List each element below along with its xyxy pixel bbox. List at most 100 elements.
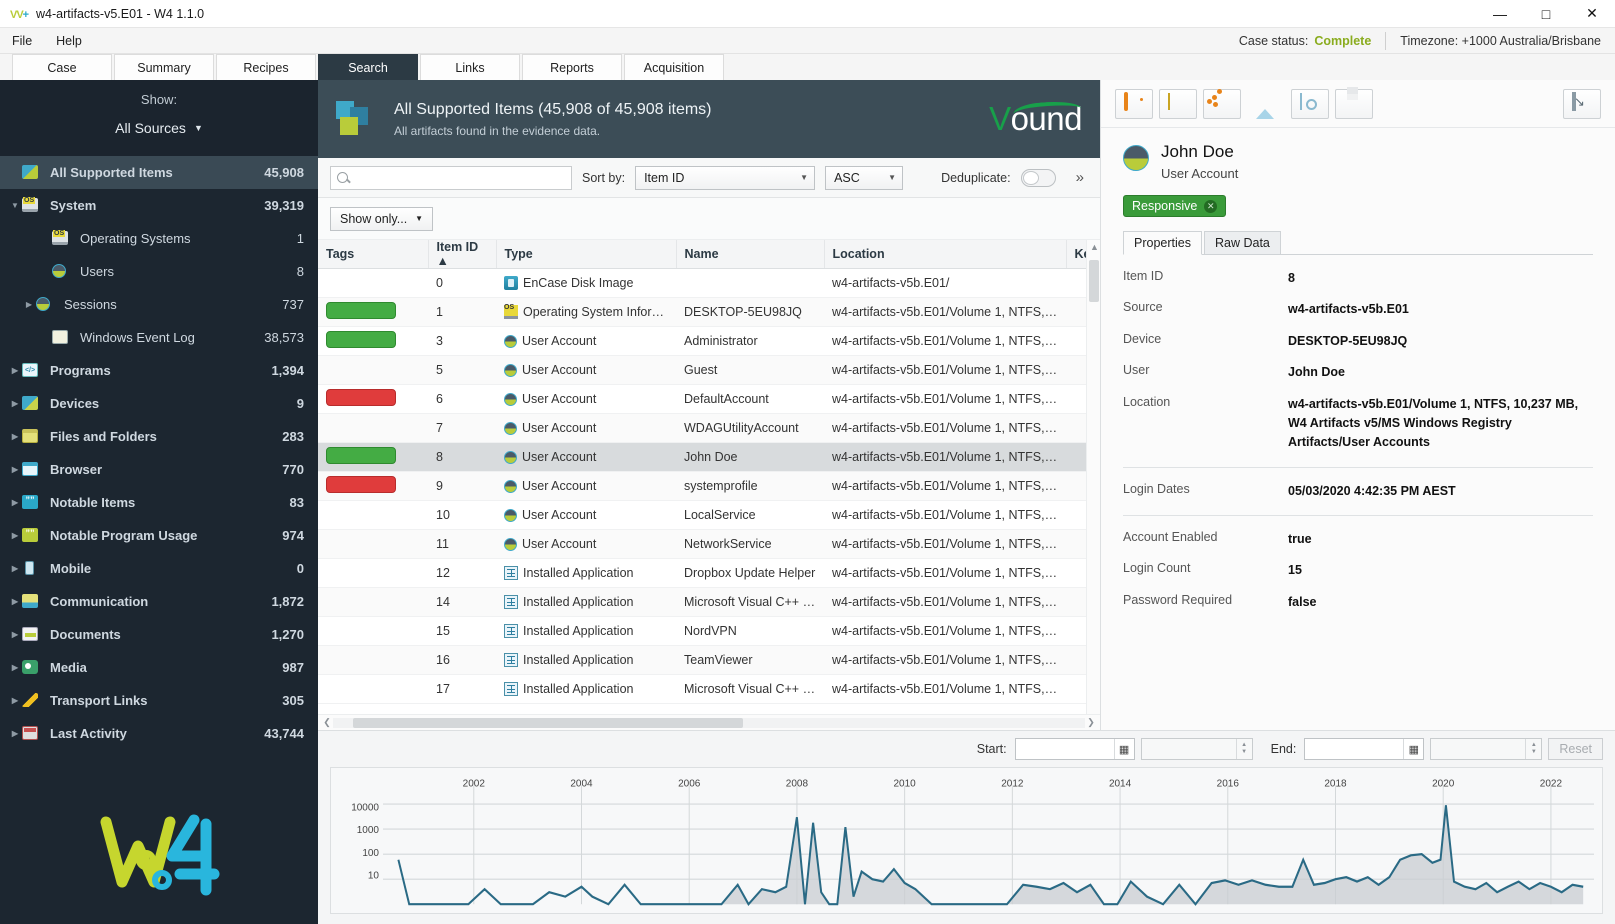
row-tag-cell[interactable]: [318, 616, 428, 646]
menu-item-file[interactable]: File: [0, 28, 44, 54]
row-tag-cell[interactable]: [318, 355, 428, 385]
end-time-field[interactable]: ▲ ▼: [1430, 738, 1543, 760]
table-row[interactable]: 9 User Account systemprofile w4-artifacts-v…: [318, 471, 1086, 501]
calendar-icon[interactable]: ▦: [1113, 739, 1134, 759]
row-tag-cell[interactable]: [318, 413, 428, 443]
maximize-button[interactable]: □: [1523, 0, 1569, 28]
chevron-right-icon[interactable]: ▶: [8, 663, 22, 672]
start-time-field[interactable]: ▲ ▼: [1140, 738, 1253, 760]
row-tag-cell[interactable]: [318, 297, 428, 327]
menu-item-help[interactable]: Help: [44, 28, 94, 54]
chevron-right-icon[interactable]: ▶: [8, 498, 22, 507]
scrollbar-thumb[interactable]: [353, 717, 743, 728]
scroll-left-icon[interactable]: ❮: [321, 717, 333, 728]
tag-chip-green[interactable]: [326, 302, 396, 319]
expand-panel-button[interactable]: [1563, 88, 1601, 119]
table-row[interactable]: 3 User Account Administrator w4-artifacts-v…: [318, 326, 1086, 356]
tag-chip-red[interactable]: [326, 389, 396, 406]
tab-search[interactable]: Search: [318, 54, 418, 80]
row-tag-cell[interactable]: [318, 529, 428, 559]
status-badge[interactable]: Responsive ✕: [1123, 195, 1227, 217]
sidebar-item-mobile[interactable]: ▶ Mobile 0: [0, 552, 318, 585]
column-header-type[interactable]: Type: [496, 240, 677, 269]
scrollbar-thumb[interactable]: [1089, 260, 1099, 302]
row-tag-cell[interactable]: [318, 558, 428, 588]
calendar-icon[interactable]: ▦: [1403, 739, 1423, 759]
row-tag-cell[interactable]: [318, 268, 428, 298]
scroll-right-icon[interactable]: ❯: [1085, 717, 1097, 728]
chevron-right-icon[interactable]: ▶: [8, 432, 22, 441]
chevron-right-icon[interactable]: ▶: [8, 696, 22, 705]
chevron-right-icon[interactable]: ▶: [8, 531, 22, 540]
row-tag-cell[interactable]: [318, 500, 428, 530]
end-date-field[interactable]: ▦: [1304, 738, 1425, 760]
column-header-tags[interactable]: Tags: [318, 240, 429, 269]
search-input[interactable]: [353, 170, 565, 185]
detail-tab-properties[interactable]: Properties: [1123, 231, 1202, 255]
chevron-right-icon[interactable]: ▶: [8, 564, 22, 573]
sort-by-select[interactable]: Item ID ▼: [635, 165, 816, 190]
chevron-right-icon[interactable]: ▶: [8, 597, 22, 606]
search-box[interactable]: [330, 165, 572, 190]
tag-chip-green[interactable]: [326, 331, 396, 348]
sidebar-item-system[interactable]: ▼ System 39,319: [0, 189, 318, 222]
table-vertical-scrollbar[interactable]: ▲: [1086, 240, 1100, 714]
column-header-item-id-[interactable]: Item ID ▲: [428, 240, 497, 269]
sidebar-item-programs[interactable]: ▶ Programs 1,394: [0, 354, 318, 387]
table-row[interactable]: 16 Installed Application TeamViewer w4-arti…: [318, 645, 1086, 675]
table-row[interactable]: 7 User Account WDAGUtilityAccount w4-artifa…: [318, 413, 1086, 443]
table-row[interactable]: 11 User Account NetworkService w4-artifacts…: [318, 529, 1086, 559]
show-only-button[interactable]: Show only... ▼: [330, 206, 434, 231]
scroll-up-icon[interactable]: ▲: [1090, 242, 1099, 252]
save-button[interactable]: [1335, 88, 1373, 119]
column-header-location[interactable]: Location: [824, 240, 1067, 269]
table-row[interactable]: 14 Installed Application Microsoft Visual …: [318, 587, 1086, 617]
row-tag-cell[interactable]: [318, 674, 428, 704]
chevron-right-icon[interactable]: ▶: [8, 630, 22, 639]
table-row[interactable]: 0 EnCase Disk Image w4-artifacts-v5b.E01/: [318, 268, 1086, 298]
sort-order-select[interactable]: ASC ▼: [825, 165, 904, 190]
chevron-right-icon[interactable]: ▶: [8, 465, 22, 474]
sidebar-item-documents[interactable]: ▶ Documents 1,270: [0, 618, 318, 651]
start-date-input[interactable]: [1015, 742, 1106, 756]
sidebar-item-browser[interactable]: ▶ Browser 770: [0, 453, 318, 486]
chevron-right-icon[interactable]: ▶: [8, 366, 22, 375]
sidebar-item-files-and-folders[interactable]: ▶ Files and Folders 283: [0, 420, 318, 453]
tag-chip-red[interactable]: [326, 476, 396, 493]
row-tag-cell[interactable]: [318, 587, 428, 617]
stepper-icon[interactable]: ▲ ▼: [1235, 739, 1252, 759]
start-date-field[interactable]: ▦: [1014, 738, 1135, 760]
detail-tab-raw-data[interactable]: Raw Data: [1203, 231, 1281, 254]
table-row[interactable]: 1 Operating System Informa...DESKTOP-5EU9…: [318, 297, 1086, 327]
sidebar-item-media[interactable]: ▶ Media 987: [0, 651, 318, 684]
reset-button[interactable]: Reset: [1548, 738, 1603, 760]
chevron-right-icon[interactable]: ▶: [8, 729, 22, 738]
table-row[interactable]: 17 Installed Application Microsoft Visual …: [318, 674, 1086, 704]
sidebar-item-last-activity[interactable]: ▶ Last Activity 43,744: [0, 717, 318, 750]
row-tag-cell[interactable]: [318, 384, 428, 414]
close-icon[interactable]: ✕: [1204, 199, 1218, 213]
chevron-down-icon[interactable]: ▼: [8, 201, 22, 210]
table-row[interactable]: 5 User Account Guest w4-artifacts-v5b.E01/V…: [318, 355, 1086, 385]
tab-reports[interactable]: Reports: [522, 54, 622, 80]
tab-case[interactable]: Case: [12, 54, 112, 80]
row-tag-cell[interactable]: [318, 645, 428, 675]
row-tag-cell[interactable]: [318, 442, 428, 472]
table-row[interactable]: 8 User Account John Doe w4-artifacts-v5b.E0…: [318, 442, 1086, 472]
link-graph-button[interactable]: [1203, 88, 1241, 119]
table-row[interactable]: 6 User Account DefaultAccount w4-artifacts-…: [318, 384, 1086, 414]
tab-recipes[interactable]: Recipes: [216, 54, 316, 80]
minimize-button[interactable]: —: [1477, 0, 1523, 28]
table-horizontal-scrollbar[interactable]: ❮ ❯: [318, 714, 1100, 730]
tab-summary[interactable]: Summary: [114, 54, 214, 80]
column-header-ke[interactable]: Ke: [1066, 240, 1086, 269]
sidebar-item-notable-program-usage[interactable]: ▶ Notable Program Usage 974: [0, 519, 318, 552]
tag-chip-green[interactable]: [326, 447, 396, 464]
chevron-right-icon[interactable]: ▶: [8, 399, 22, 408]
sidebar-item-users[interactable]: Users 8: [0, 255, 318, 288]
table-row[interactable]: 15 Installed Application NordVPN w4-artifac…: [318, 616, 1086, 646]
tab-acquisition[interactable]: Acquisition: [624, 54, 724, 80]
column-header-name[interactable]: Name: [676, 240, 825, 269]
row-tag-cell[interactable]: [318, 471, 428, 501]
stepper-icon[interactable]: ▲ ▼: [1525, 739, 1541, 759]
